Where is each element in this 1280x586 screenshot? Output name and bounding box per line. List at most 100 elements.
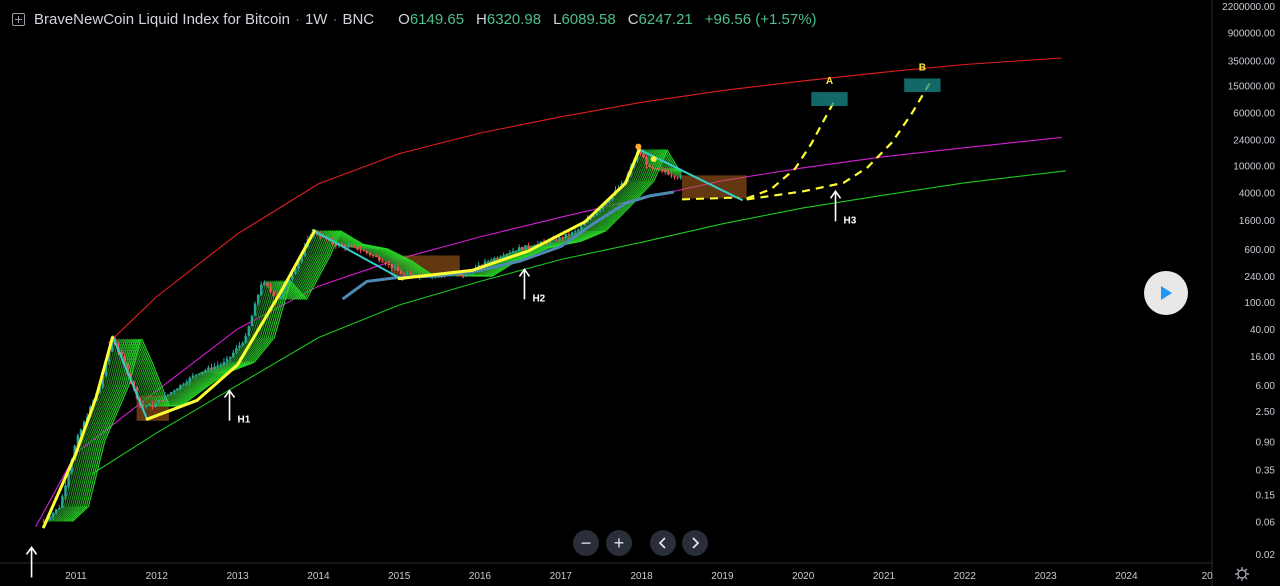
change-value: +96.56 (+1.57%): [704, 10, 817, 28]
play-icon: [1161, 286, 1172, 300]
candle: [465, 273, 468, 277]
candle: [648, 165, 651, 168]
scroll-right-button[interactable]: [682, 530, 708, 556]
candle: [368, 253, 372, 256]
candle: [390, 264, 393, 269]
x-tick-label: 2014: [307, 571, 330, 582]
candle: [188, 377, 191, 383]
candle: [166, 394, 170, 396]
candle: [263, 282, 266, 285]
y-tick-label: 350000.00: [1228, 56, 1276, 67]
y-tick-label: 0.35: [1256, 465, 1276, 476]
candle: [679, 176, 682, 179]
candle: [359, 249, 362, 251]
ribbon-line: [57, 148, 683, 522]
gear-icon[interactable]: [1234, 566, 1250, 582]
high-label: H: [476, 10, 487, 28]
candle: [253, 303, 257, 316]
candle: [219, 364, 223, 366]
ma-ribbon: [45, 148, 683, 522]
candle: [564, 234, 567, 238]
candle: [670, 174, 673, 176]
x-tick-label: 20: [1202, 571, 1214, 582]
candle: [169, 392, 173, 395]
target-label: A: [826, 76, 833, 87]
replay-play-button[interactable]: [1144, 271, 1188, 315]
y-tick-label: 600.00: [1244, 245, 1275, 256]
candle: [508, 253, 512, 255]
annotation-arrow: H1: [223, 389, 251, 426]
candle: [200, 371, 204, 374]
candle: [228, 356, 232, 359]
candle: [235, 348, 238, 353]
candle: [356, 246, 359, 250]
x-tick-label: 2016: [469, 571, 492, 582]
ribbon-line: [59, 148, 681, 522]
candle: [160, 400, 163, 402]
candle: [676, 177, 679, 179]
candle: [163, 395, 167, 401]
candle: [148, 404, 151, 406]
chevron-right-icon: [692, 537, 700, 549]
candle: [194, 374, 198, 376]
candle: [216, 365, 219, 367]
candle: [489, 260, 493, 262]
annotation-label: H2: [532, 293, 545, 304]
candle: [244, 335, 247, 344]
candle: [207, 367, 210, 371]
candle: [204, 370, 207, 372]
exchange-label: BNC: [342, 10, 375, 28]
interval-label[interactable]: 1W: [305, 11, 328, 28]
candle: [350, 246, 353, 248]
candle: [527, 245, 530, 248]
candle: [64, 485, 67, 497]
candle: [378, 256, 381, 261]
candle: [521, 247, 524, 250]
candle: [657, 168, 661, 170]
candle: [58, 507, 61, 510]
candle: [269, 286, 272, 292]
ribbon-line: [63, 148, 682, 522]
candle: [176, 388, 179, 391]
legend-header: BraveNewCoin Liquid Index for Bitcoin · …: [12, 9, 817, 29]
symbol-title: BraveNewCoin Liquid Index for Bitcoin: [34, 10, 290, 28]
y-tick-label: 1600.00: [1239, 216, 1276, 227]
y-tick-label: 2200000.00: [1222, 2, 1275, 13]
x-tick-label: 2022: [954, 571, 977, 582]
y-tick-label: 60000.00: [1233, 109, 1275, 120]
candle: [406, 273, 409, 275]
candle: [225, 358, 229, 362]
x-tick-label: 2023: [1034, 571, 1057, 582]
scroll-left-button[interactable]: [650, 530, 676, 556]
candle: [384, 262, 387, 265]
separator: ·: [294, 10, 300, 28]
open-label: O: [398, 10, 410, 28]
y-tick-label: 0.15: [1256, 490, 1276, 501]
y-tick-label: 16.00: [1250, 352, 1275, 363]
x-tick-label: 2021: [873, 571, 896, 582]
candle: [191, 375, 195, 378]
x-tick-label: 2019: [711, 571, 734, 582]
candle: [393, 267, 397, 269]
candle: [561, 237, 564, 239]
candle-series: [42, 147, 682, 524]
candle: [222, 361, 226, 365]
candle: [673, 175, 676, 178]
y-tick-label: 0.02: [1256, 550, 1276, 561]
candle: [396, 267, 400, 271]
candle: [371, 255, 375, 257]
x-tick-label: 2020: [792, 571, 815, 582]
candle: [493, 258, 496, 261]
x-tick-label: 2024: [1115, 571, 1138, 582]
annotation-arrow: [25, 546, 38, 578]
expand-icon[interactable]: [12, 12, 25, 26]
candle: [145, 405, 148, 407]
candle: [272, 291, 275, 296]
lower-band-line: [91, 170, 1066, 475]
candle: [260, 284, 263, 295]
peak-marker: [635, 143, 642, 150]
zoom-in-button[interactable]: +: [606, 530, 632, 556]
candle: [51, 513, 55, 518]
price-chart[interactable]: 2200000.00 900000.00 350000.00 150000.00 600…: [0, 0, 1280, 586]
zoom-out-button[interactable]: −: [573, 530, 599, 556]
